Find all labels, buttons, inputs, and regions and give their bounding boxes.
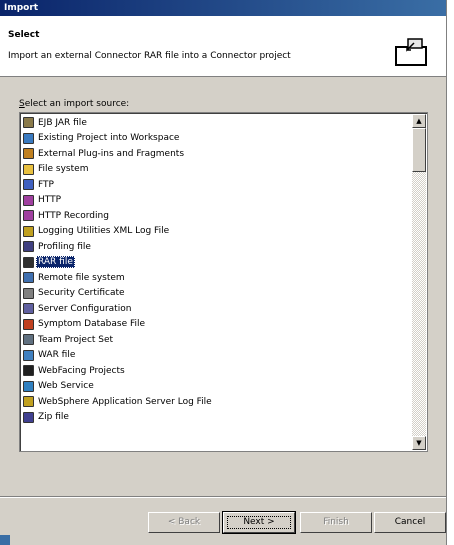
http-recording-icon bbox=[23, 210, 34, 222]
back-button[interactable]: < Back bbox=[148, 512, 220, 533]
list-item-label: HTTP bbox=[38, 195, 62, 206]
list-item-label: Symptom Database File bbox=[38, 319, 146, 330]
list-item[interactable]: HTTP bbox=[23, 193, 214, 209]
list-item[interactable]: RAR file bbox=[23, 255, 214, 271]
list-item-label: Remote file system bbox=[38, 272, 125, 283]
list-item[interactable]: Server Configuration bbox=[23, 301, 214, 317]
scroll-up-button[interactable]: ▲ bbox=[412, 114, 426, 128]
list-item-label: HTTP Recording bbox=[38, 210, 109, 221]
log-file-icon bbox=[23, 225, 34, 237]
list-item-label: RAR file bbox=[36, 256, 75, 269]
certificate-icon bbox=[23, 287, 34, 299]
list-item[interactable]: Profiling file bbox=[23, 239, 214, 255]
next-button[interactable]: Next > bbox=[222, 511, 296, 534]
webfacing-icon bbox=[23, 365, 34, 377]
list-item[interactable]: WebFacing Projects bbox=[23, 363, 214, 379]
list-item-label: WAR file bbox=[38, 350, 76, 361]
list-item[interactable]: File system bbox=[23, 162, 214, 178]
list-item-label: Server Configuration bbox=[38, 303, 132, 314]
list-item-label: Existing Project into Workspace bbox=[38, 133, 180, 144]
list-item[interactable]: WebSphere Application Server Log File bbox=[23, 394, 214, 410]
list-item-label: File system bbox=[38, 164, 89, 175]
list-item[interactable]: Existing Project into Workspace bbox=[23, 131, 214, 147]
server-config-icon bbox=[23, 303, 34, 315]
list-item[interactable]: External Plug-ins and Fragments bbox=[23, 146, 214, 162]
finish-button[interactable]: Finish bbox=[300, 512, 372, 533]
war-icon bbox=[23, 349, 34, 361]
list-item[interactable]: Security Certificate bbox=[23, 286, 214, 302]
list-item-label: Zip file bbox=[38, 412, 69, 423]
import-source-label: Select an import source: bbox=[19, 99, 130, 109]
list-item[interactable]: Logging Utilities XML Log File bbox=[23, 224, 214, 240]
remote-fs-icon bbox=[23, 272, 34, 284]
button-separator bbox=[0, 496, 446, 498]
cancel-button[interactable]: Cancel bbox=[374, 512, 446, 533]
vertical-scrollbar[interactable]: ▲ ▼ bbox=[412, 114, 426, 450]
list-item[interactable]: Zip file bbox=[23, 410, 214, 426]
was-log-icon bbox=[23, 396, 34, 408]
zip-icon bbox=[23, 411, 34, 423]
list-item[interactable]: Symptom Database File bbox=[23, 317, 214, 333]
web-service-icon bbox=[23, 380, 34, 392]
database-icon bbox=[23, 318, 34, 330]
page-description: Import an external Connector RAR file in… bbox=[8, 51, 291, 61]
wizard-header: Select Import an external Connector RAR … bbox=[0, 16, 446, 77]
list-item-label: FTP bbox=[38, 179, 54, 190]
list-item-label: EJB JAR file bbox=[38, 117, 87, 128]
jar-icon bbox=[23, 117, 34, 129]
project-icon bbox=[23, 132, 34, 144]
list-item[interactable]: FTP bbox=[23, 177, 214, 193]
list-item[interactable]: Remote file system bbox=[23, 270, 214, 286]
list-item-label: WebSphere Application Server Log File bbox=[38, 396, 212, 407]
window-title: Import bbox=[0, 0, 446, 16]
list-item-label: Web Service bbox=[38, 381, 94, 392]
list-item[interactable]: WAR file bbox=[23, 348, 214, 364]
import-wizard-icon bbox=[395, 38, 427, 66]
taskbar-corner bbox=[0, 535, 10, 545]
page-title: Select bbox=[8, 30, 40, 40]
list-item[interactable]: Team Project Set bbox=[23, 332, 214, 348]
http-icon bbox=[23, 194, 34, 206]
rar-icon bbox=[23, 256, 34, 268]
list-item-label: WebFacing Projects bbox=[38, 365, 125, 376]
list-item-label: Logging Utilities XML Log File bbox=[38, 226, 170, 237]
profiling-icon bbox=[23, 241, 34, 253]
list-item-label: Profiling file bbox=[38, 241, 91, 252]
import-source-list[interactable]: EJB JAR file Existing Project into Worksp… bbox=[19, 112, 428, 452]
scroll-thumb[interactable] bbox=[412, 128, 426, 172]
list-item-label: Security Certificate bbox=[38, 288, 125, 299]
import-dialog: Import Select Import an external Connect… bbox=[0, 0, 447, 545]
folder-icon bbox=[23, 163, 34, 175]
plugin-icon bbox=[23, 148, 34, 160]
team-project-icon bbox=[23, 334, 34, 346]
list-item[interactable]: Web Service bbox=[23, 379, 214, 395]
list-item[interactable]: EJB JAR file bbox=[23, 115, 214, 131]
list-item[interactable]: HTTP Recording bbox=[23, 208, 214, 224]
list-item-label: External Plug-ins and Fragments bbox=[38, 148, 185, 159]
scroll-down-button[interactable]: ▼ bbox=[412, 436, 426, 450]
list-item-label: Team Project Set bbox=[38, 334, 114, 345]
ftp-icon bbox=[23, 179, 34, 191]
